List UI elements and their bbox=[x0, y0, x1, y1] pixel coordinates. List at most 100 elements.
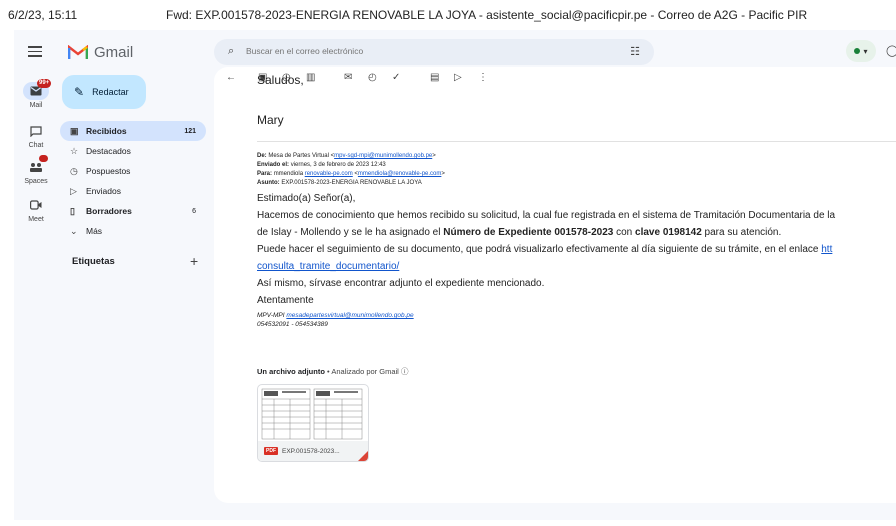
body-line-3a: Puede hacer el seguimiento de su documen… bbox=[257, 244, 822, 255]
nav-sent[interactable]: ▷ Enviados bbox=[60, 181, 206, 201]
signature-line-1: MPV-MPI mesadepartesvirtual@munimollendo… bbox=[257, 312, 414, 319]
delete-icon[interactable]: ▥ bbox=[306, 72, 315, 83]
rail-spaces[interactable]: Spaces bbox=[14, 155, 58, 185]
gmail-m-icon bbox=[67, 44, 89, 60]
fwd-from-label: De: bbox=[257, 153, 267, 159]
nav-inbox-label: Recibidos bbox=[86, 126, 127, 136]
nav-drafts-label: Borradores bbox=[86, 206, 132, 216]
greeting-tail: Saludos, bbox=[257, 73, 304, 87]
nav-more[interactable]: ⌄ Más bbox=[60, 221, 206, 241]
nav-starred-label: Destacados bbox=[86, 146, 131, 156]
main-menu-icon[interactable] bbox=[28, 46, 42, 57]
fwd-sent-value: viernes, 3 de febrero de 2023 12:43 bbox=[290, 162, 386, 168]
labels-heading: Etiquetas bbox=[72, 256, 115, 267]
inbox-icon: ▣ bbox=[70, 125, 79, 136]
salutation: Estimado(a) Señor(a), bbox=[257, 193, 356, 204]
print-title: Fwd: EXP.001578-2023-ENERGIA RENOVABLE L… bbox=[166, 8, 808, 22]
rail-spaces-label: Spaces bbox=[24, 178, 48, 185]
fwd-from-value: Mesa de Partes Virtual < bbox=[268, 153, 335, 159]
rail-chat[interactable]: Chat bbox=[14, 122, 58, 149]
signature-phones: 054532091 - 054534389 bbox=[257, 321, 328, 328]
attachment-filename: EXP.001578-2023... bbox=[282, 447, 340, 455]
fwd-sent-label: Enviado el: bbox=[257, 162, 290, 168]
sig-prefix: MPV-MPI bbox=[257, 312, 287, 319]
spaces-icon bbox=[23, 155, 49, 176]
help-icon[interactable]: ◯ bbox=[886, 44, 896, 57]
pdf-icon: PDF bbox=[264, 447, 278, 455]
fwd-sent-row: Enviado el: viernes, 3 de febrero de 202… bbox=[257, 161, 445, 170]
compose-button[interactable]: ✎ Redactar bbox=[62, 75, 146, 109]
active-status-icon bbox=[854, 48, 861, 54]
gmail-logo[interactable]: Gmail bbox=[67, 41, 133, 63]
expediente-number: Número de Expediente 001578-2023 bbox=[443, 227, 614, 238]
back-arrow-icon[interactable]: ← bbox=[226, 72, 236, 83]
move-to-icon[interactable]: ▤ bbox=[430, 72, 439, 83]
spaces-badge-dot bbox=[39, 155, 48, 162]
fwd-to-link2[interactable]: mmendiola@renovable-pe.com bbox=[358, 171, 441, 177]
fwd-subject-label: Asunto: bbox=[257, 180, 280, 186]
mail-icon: 99+ bbox=[23, 79, 52, 100]
chevron-down-icon: ⌄ bbox=[70, 225, 78, 236]
attachment-footer: PDF EXP.001578-2023... bbox=[258, 441, 368, 461]
nav-snoozed[interactable]: ◷ Pospuestos bbox=[60, 161, 206, 181]
snooze-icon[interactable]: ◴ bbox=[368, 72, 377, 83]
label-icon[interactable]: ▷ bbox=[454, 72, 462, 83]
add-task-icon[interactable]: ✓ bbox=[392, 72, 400, 83]
forward-header: De: Mesa de Partes Virtual <mpv-sgd-mpi@… bbox=[257, 152, 445, 188]
add-label-icon[interactable]: + bbox=[190, 253, 198, 269]
status-button[interactable]: ▾ bbox=[846, 40, 876, 62]
fwd-to-end: > bbox=[441, 171, 445, 177]
nav-starred[interactable]: ☆ Destacados bbox=[60, 141, 206, 161]
mail-badge: 99+ bbox=[37, 79, 52, 88]
body-line-6: Atentamente bbox=[257, 295, 314, 306]
nav-drafts[interactable]: ▯ Borradores 6 bbox=[60, 201, 206, 221]
body-line-2: de Islay - Mollendo y se le ha asignado … bbox=[257, 225, 781, 241]
more-vert-icon[interactable]: ⋮ bbox=[478, 72, 488, 83]
attachment-heading: Un archivo adjunto • Analizado por Gmail… bbox=[257, 366, 408, 377]
body-line-2e: para su atención. bbox=[701, 227, 782, 238]
body-line-1: Hacemos de conocimiento que hemos recibi… bbox=[257, 210, 836, 221]
search-input[interactable] bbox=[246, 46, 586, 56]
search-icon[interactable]: ⌕ bbox=[228, 45, 234, 58]
clock-icon: ◷ bbox=[70, 165, 78, 176]
print-header: 6/2/23, 15:11 Fwd: EXP.001578-2023-ENERG… bbox=[0, 0, 896, 30]
attachment-corner-fold bbox=[358, 451, 368, 461]
rail-chat-label: Chat bbox=[28, 142, 44, 149]
fwd-from-end: > bbox=[432, 153, 436, 159]
attachment-count: Un archivo adjunto bbox=[257, 367, 325, 376]
sig-email-link[interactable]: mesadepartesvirtual@munimollendo.gob.pe bbox=[286, 312, 413, 319]
attachment-thumbnail bbox=[260, 387, 365, 441]
compose-label: Redactar bbox=[92, 87, 129, 97]
nav-more-label: Más bbox=[86, 226, 103, 236]
rail-mail[interactable]: 99+ Mail bbox=[14, 79, 58, 109]
body-line-5: Así mismo, sírvase encontrar adjunto el … bbox=[257, 278, 545, 289]
status-caret-icon: ▾ bbox=[863, 46, 868, 56]
nav-inbox-count: 121 bbox=[184, 127, 196, 135]
body-line-2a: de Islay - Mollendo y se le ha asignado … bbox=[257, 227, 444, 238]
fwd-from-link[interactable]: mpv-sgd-mpi@munimollendo.gob.pe bbox=[334, 153, 432, 159]
search-options-icon[interactable]: ☷ bbox=[630, 45, 640, 58]
fwd-from-row: De: Mesa de Partes Virtual <mpv-sgd-mpi@… bbox=[257, 152, 445, 161]
message-view: ← ▣ ◷ ▥ ✉ ◴ ✓ ▤ ▷ ⋮ Saludos, Mary De: Me… bbox=[214, 67, 896, 503]
sender-signature: Mary bbox=[257, 113, 284, 127]
gmail-app: 99+ Mail Chat Spaces Meet Gmail ✎ Redact… bbox=[14, 30, 896, 520]
clave-number: clave 0198142 bbox=[635, 227, 702, 238]
fwd-to-value: mmendiola bbox=[273, 171, 305, 177]
search-bar[interactable]: ⌕ ☷ bbox=[214, 39, 654, 65]
tracking-link-start[interactable]: htt bbox=[821, 244, 832, 255]
fwd-to-link1[interactable]: renovable-pe.com bbox=[305, 171, 353, 177]
info-icon[interactable]: ⓘ bbox=[401, 367, 409, 376]
attachment-scan: Analizado por Gmail bbox=[331, 367, 399, 376]
nav-sent-label: Enviados bbox=[86, 186, 121, 196]
attachment-card[interactable]: PDF EXP.001578-2023... bbox=[257, 384, 369, 462]
print-datetime: 6/2/23, 15:11 bbox=[8, 8, 78, 22]
fwd-subject-row: Asunto: EXP.001578-2023-ENERGIA RENOVABL… bbox=[257, 179, 445, 188]
body-line-4: consulta_tramite_documentario/ bbox=[257, 259, 399, 275]
rail-meet[interactable]: Meet bbox=[14, 196, 58, 223]
tracking-link-end[interactable]: consulta_tramite_documentario/ bbox=[257, 261, 399, 272]
mark-unread-icon[interactable]: ✉ bbox=[344, 72, 352, 83]
rail-meet-label: Meet bbox=[28, 216, 44, 223]
send-icon: ▷ bbox=[70, 185, 77, 196]
nav-inbox[interactable]: ▣ Recibidos 121 bbox=[60, 121, 206, 141]
body-line-3: Puede hacer el seguimiento de su documen… bbox=[257, 242, 832, 258]
